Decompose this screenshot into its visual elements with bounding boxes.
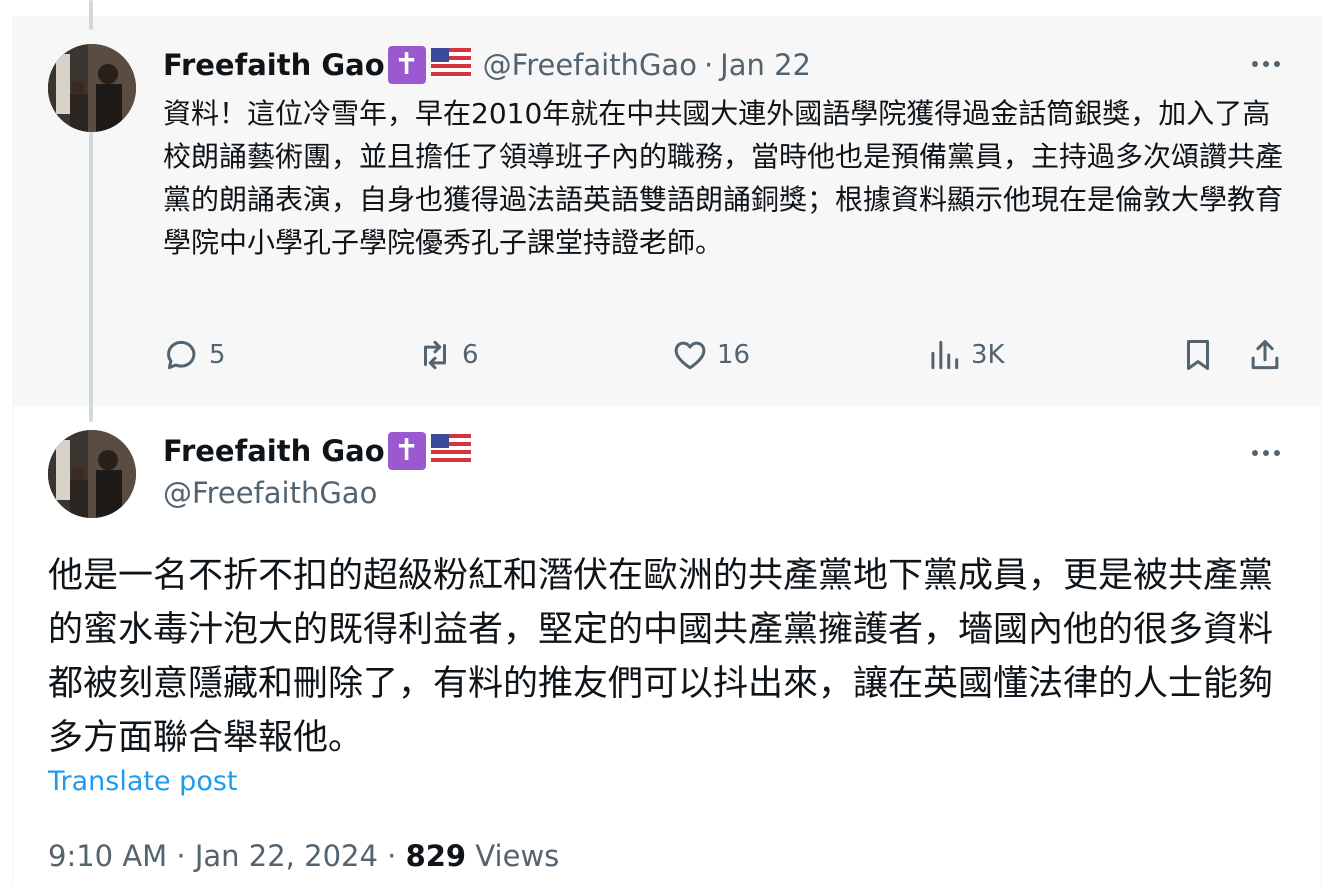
post-meta: 9:10 AM · Jan 22, 2024 · 829 Views <box>48 839 559 873</box>
reply-button[interactable]: 5 <box>163 336 226 374</box>
avatar[interactable] <box>48 430 136 518</box>
like-button[interactable]: 16 <box>671 336 750 374</box>
translate-post-link[interactable]: Translate post <box>48 766 238 797</box>
top-strip <box>12 0 1322 16</box>
bookmark-button[interactable] <box>1179 336 1217 374</box>
like-count: 16 <box>717 340 751 370</box>
thread-line-top <box>89 0 93 30</box>
share-button[interactable] <box>1246 336 1284 374</box>
more-options-icon[interactable] <box>1246 443 1286 463</box>
display-name[interactable]: Freefaith Gao <box>163 48 385 82</box>
more-options-icon[interactable] <box>1246 54 1286 74</box>
cross-badge-icon: ✝ <box>387 46 426 84</box>
separator-dot: · <box>703 48 714 82</box>
heart-icon <box>674 341 706 370</box>
share-icon <box>1251 340 1279 370</box>
post-time[interactable]: Jan 22 <box>720 48 811 82</box>
repost-icon <box>423 340 447 370</box>
display-name[interactable]: Freefaith Gao <box>163 434 385 468</box>
post-timestamp[interactable]: 9:10 AM · Jan 22, 2024 · <box>48 839 406 873</box>
name-row: Freefaith Gao ✝ <box>163 432 471 470</box>
action-bar: 5 6 16 3K <box>163 336 1288 380</box>
cross-badge-icon: ✝ <box>387 432 426 470</box>
thread-line-connector <box>89 396 93 422</box>
bookmark-icon <box>1186 340 1210 370</box>
repost-button[interactable]: 6 <box>416 336 479 374</box>
main-tweet-text: 他是一名不折不扣的超級粉紅和潛伏在歐洲的共產黨地下黨成員，更是被共產黨的蜜水毒汁… <box>48 556 1274 758</box>
reply-text: 資料！這位冷雪年，早在2010年就在中共國大連外國語學院獲得過金話筒銀獎，加入了… <box>163 97 1284 259</box>
thread-line <box>89 112 93 406</box>
reply-tweet[interactable]: Freefaith Gao ✝ @FreefaithGao · Jan 22 資… <box>12 16 1322 406</box>
reply-count: 5 <box>209 340 226 370</box>
handle[interactable]: @FreefaithGao <box>163 476 377 510</box>
name-row: Freefaith Gao ✝ @FreefaithGao · Jan 22 <box>163 46 811 84</box>
reply-icon <box>167 340 196 370</box>
us-flag-icon <box>430 434 471 468</box>
views-button[interactable]: 3K <box>925 336 1005 374</box>
view-count: 3K <box>971 340 1005 370</box>
avatar[interactable] <box>48 44 136 132</box>
view-count: 829 <box>405 839 467 873</box>
handle[interactable]: @FreefaithGao <box>483 48 697 82</box>
us-flag-icon <box>430 48 471 82</box>
repost-count: 6 <box>462 340 479 370</box>
analytics-icon <box>931 340 959 370</box>
views-label: Views <box>466 839 560 873</box>
